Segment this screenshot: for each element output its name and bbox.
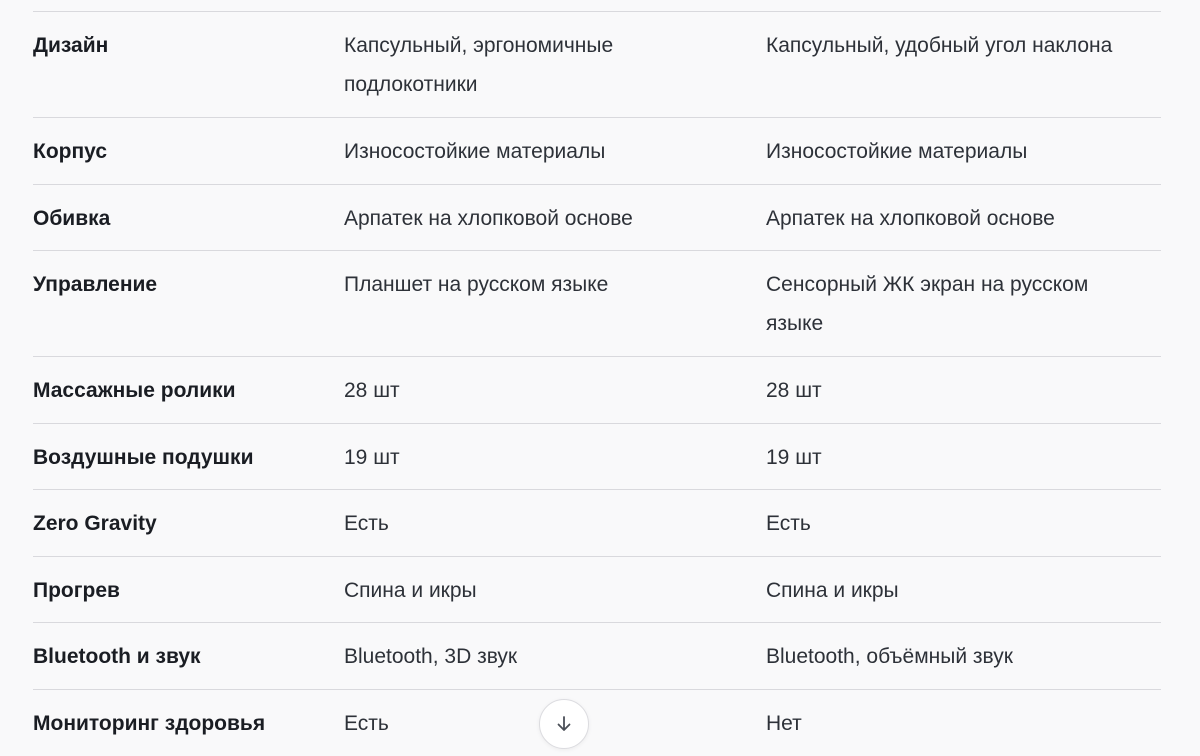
- feature-value-2: Арпатек на хлопковой основе: [766, 207, 1055, 230]
- feature-value-2: Bluetooth, объёмный звук: [766, 645, 1013, 668]
- feature-value-2: Сенсорный ЖК экран на русском языке: [766, 273, 1089, 335]
- feature-label: Массажные ролики: [33, 379, 236, 402]
- arrow-down-icon: [557, 716, 571, 731]
- feature-value-1: Капсульный, эргономичные подлокотники: [344, 34, 614, 96]
- feature-label: Воздушные подушки: [33, 446, 254, 469]
- table-row: Обивка Арпатек на хлопковой основе Арпат…: [33, 185, 1161, 251]
- feature-value-1: Арпатек на хлопковой основе: [344, 207, 633, 230]
- feature-label: Обивка: [33, 207, 111, 230]
- feature-value-2: Капсульный, удобный угол наклона: [766, 34, 1113, 57]
- table-row: Прогрев Спина и икры Спина и икры: [33, 557, 1161, 623]
- feature-value-2: Износостойкие материалы: [766, 140, 1028, 163]
- feature-value-2: Спина и икры: [766, 579, 899, 602]
- scroll-down-button[interactable]: [539, 699, 589, 749]
- feature-value-1: Планшет на русском языке: [344, 273, 609, 296]
- feature-label: Корпус: [33, 140, 107, 163]
- feature-value-1: 28 шт: [344, 379, 400, 402]
- table-row: Bluetooth и звук Bluetooth, 3D звук Blue…: [33, 623, 1161, 690]
- feature-value-2: Нет: [766, 712, 802, 735]
- feature-label: Дизайн: [33, 34, 109, 57]
- feature-label: Прогрев: [33, 579, 120, 602]
- feature-label: Zero Gravity: [33, 512, 157, 535]
- comparison-table: Дизайн Капсульный, эргономичные подлокот…: [33, 11, 1161, 756]
- feature-label: Управление: [33, 273, 158, 296]
- feature-value-1: Есть: [344, 512, 389, 535]
- table-row: Мониторинг здоровья Есть Нет: [33, 690, 1161, 756]
- feature-value-1: Износостойкие материалы: [344, 140, 606, 163]
- table-row: Дизайн Капсульный, эргономичные подлокот…: [33, 12, 1161, 118]
- feature-value-1: Bluetooth, 3D звук: [344, 645, 518, 668]
- table-row: Управление Планшет на русском языке Сенс…: [33, 251, 1161, 357]
- table-row: Корпус Износостойкие материалы Износосто…: [33, 118, 1161, 185]
- table-row: Массажные ролики 28 шт 28 шт: [33, 357, 1161, 424]
- feature-value-2: 28 шт: [766, 379, 822, 402]
- feature-value-1: Спина и икры: [344, 579, 477, 602]
- feature-value-1: 19 шт: [344, 446, 400, 469]
- table-row: Воздушные подушки 19 шт 19 шт: [33, 424, 1161, 490]
- feature-label: Bluetooth и звук: [33, 645, 201, 668]
- feature-label: Мониторинг здоровья: [33, 712, 266, 735]
- feature-value-2: Есть: [766, 512, 811, 535]
- feature-value-2: 19 шт: [766, 446, 822, 469]
- table-row: Zero Gravity Есть Есть: [33, 490, 1161, 557]
